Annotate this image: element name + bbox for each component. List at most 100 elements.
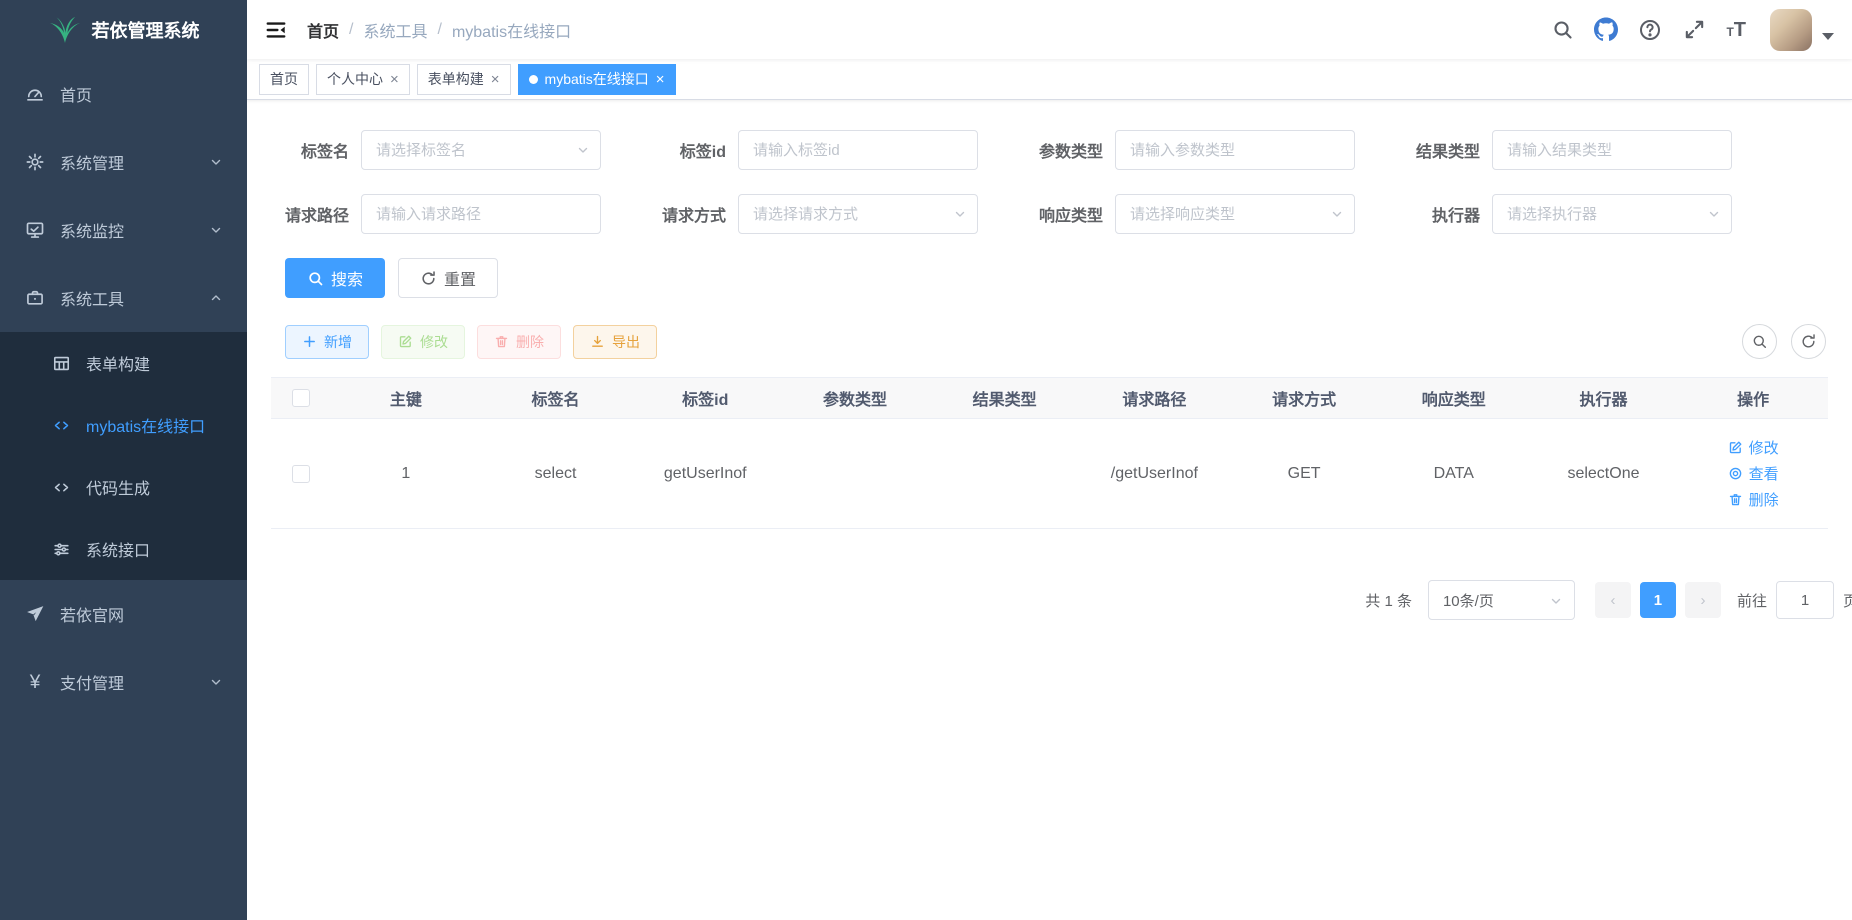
next-page-button[interactable]: › [1685, 582, 1721, 618]
sidebar-item-label: 系统接口 [86, 537, 223, 561]
fullscreen-icon[interactable] [1682, 18, 1706, 42]
chevron-down-icon [1549, 594, 1563, 608]
tag-form-builder[interactable]: 表单构建 × [417, 64, 511, 95]
close-icon[interactable]: × [390, 71, 399, 88]
result-type-input[interactable] [1492, 130, 1732, 170]
sidebar-item-system-monitor[interactable]: 系统监控 [0, 196, 247, 264]
search-icon[interactable] [1550, 18, 1574, 42]
sidebar-item-label: 若依官网 [60, 602, 223, 626]
tag-label: mybatis在线接口 [545, 69, 649, 89]
avatar[interactable] [1770, 9, 1812, 51]
request-path-input[interactable] [361, 194, 601, 234]
navbar-actions: TT [1550, 9, 1834, 51]
form-item-param-type: 参数类型 [1025, 130, 1355, 170]
form-item-result-type: 结果类型 [1402, 130, 1732, 170]
github-icon[interactable] [1594, 18, 1618, 42]
sidebar-item-label: 系统工具 [60, 286, 209, 310]
page-unit-label: 页 [1843, 590, 1852, 611]
sidebar-collapse-icon[interactable] [265, 18, 289, 42]
sidebar-submenu-system-tools: 表单构建 mybatis在线接口 代码生成 [0, 332, 247, 580]
close-icon[interactable]: × [491, 71, 500, 88]
row-checkbox[interactable] [292, 465, 310, 483]
goto-page-input[interactable] [1776, 581, 1834, 619]
logo[interactable]: 若依管理系统 [0, 0, 247, 60]
field-label: 标签id [648, 138, 738, 162]
sidebar-item-system-tools[interactable]: 系统工具 [0, 264, 247, 332]
font-size-icon[interactable]: TT [1726, 20, 1746, 40]
dashboard-icon [24, 83, 46, 105]
add-button[interactable]: 新增 [285, 325, 369, 359]
code-icon [50, 476, 72, 498]
tag-label: 个人中心 [327, 69, 383, 89]
cell-request-method: GET [1229, 465, 1379, 483]
field-label: 执行器 [1402, 202, 1492, 226]
tag-name-select[interactable] [361, 130, 601, 170]
sidebar-item-code-generation[interactable]: 代码生成 [0, 456, 247, 518]
search-button[interactable]: 搜索 [285, 258, 385, 298]
col-header-tag-name: 标签名 [481, 386, 631, 410]
sidebar-item-official-site[interactable]: 若依官网 [0, 580, 247, 648]
form-item-tag-id: 标签id [648, 130, 978, 170]
trash-icon [494, 334, 509, 349]
row-delete-link[interactable]: 删除 [1728, 489, 1779, 510]
sidebar-item-system-api[interactable]: 系统接口 [0, 518, 247, 580]
caret-down-icon [1822, 33, 1834, 40]
user-menu[interactable] [1770, 9, 1834, 51]
response-type-select[interactable] [1115, 194, 1355, 234]
trash-icon [1728, 492, 1743, 507]
tag-mybatis-online-api[interactable]: mybatis在线接口 × [518, 64, 676, 95]
show-search-button[interactable] [1742, 324, 1777, 359]
sidebar-item-form-builder[interactable]: 表单构建 [0, 332, 247, 394]
add-button-label: 新增 [324, 332, 352, 352]
tag-id-input[interactable] [738, 130, 978, 170]
executor-select[interactable] [1492, 194, 1732, 234]
export-button[interactable]: 导出 [573, 325, 657, 359]
refresh-table-button[interactable] [1791, 324, 1826, 359]
gear-icon [24, 151, 46, 173]
search-actions: 搜索 重置 [285, 258, 1828, 298]
chevron-up-icon [209, 291, 223, 305]
refresh-icon [1800, 333, 1817, 350]
main-area: 首页 / 系统工具 / mybatis在线接口 TT [247, 0, 1852, 920]
sidebar-item-payment-management[interactable]: ¥ 支付管理 [0, 648, 247, 716]
page-size-value: 10条/页 [1443, 590, 1494, 611]
col-header-param-type: 参数类型 [780, 386, 930, 410]
request-method-select[interactable] [738, 194, 978, 234]
pagination-total: 共 1 条 [1365, 590, 1412, 611]
help-icon[interactable] [1638, 18, 1662, 42]
edit-icon [398, 334, 413, 349]
prev-page-button[interactable]: ‹ [1595, 582, 1631, 618]
tag-home[interactable]: 首页 [259, 64, 309, 95]
sidebar-item-home[interactable]: 首页 [0, 60, 247, 128]
field-label: 请求方式 [648, 202, 738, 226]
code-icon [50, 414, 72, 436]
param-type-input[interactable] [1115, 130, 1355, 170]
cell-response-type: DATA [1379, 465, 1529, 483]
row-view-link[interactable]: 查看 [1728, 463, 1779, 484]
export-button-label: 导出 [612, 332, 640, 352]
eye-icon [1728, 466, 1743, 481]
refresh-icon [420, 270, 437, 287]
field-label: 结果类型 [1402, 138, 1492, 162]
select-all-checkbox[interactable] [292, 389, 310, 407]
data-table: 主键 标签名 标签id 参数类型 结果类型 请求路径 请求方式 响应类型 执行器… [271, 377, 1828, 529]
row-edit-link[interactable]: 修改 [1728, 437, 1779, 458]
page-1-button[interactable]: 1 [1640, 582, 1676, 618]
edit-button[interactable]: 修改 [381, 325, 465, 359]
col-header-operations: 操作 [1678, 386, 1828, 410]
table-toolbar-right [1742, 324, 1826, 359]
close-icon[interactable]: × [656, 71, 665, 88]
delete-button[interactable]: 删除 [477, 325, 561, 359]
breadcrumb-current: mybatis在线接口 [452, 18, 571, 42]
page-size-select[interactable]: 10条/页 [1428, 580, 1575, 620]
pagination: 共 1 条 10条/页 ‹ 1 › 前往 页 [271, 580, 1852, 620]
breadcrumb-home[interactable]: 首页 [307, 18, 339, 42]
tag-profile[interactable]: 个人中心 × [316, 64, 410, 95]
reset-button[interactable]: 重置 [398, 258, 498, 298]
search-icon [307, 270, 324, 287]
goto-label: 前往 [1737, 590, 1767, 611]
cell-tag-id: getUserInof [630, 465, 780, 483]
sidebar-item-system-management[interactable]: 系统管理 [0, 128, 247, 196]
plus-icon [302, 334, 317, 349]
sidebar-item-mybatis-online-api[interactable]: mybatis在线接口 [0, 394, 247, 456]
